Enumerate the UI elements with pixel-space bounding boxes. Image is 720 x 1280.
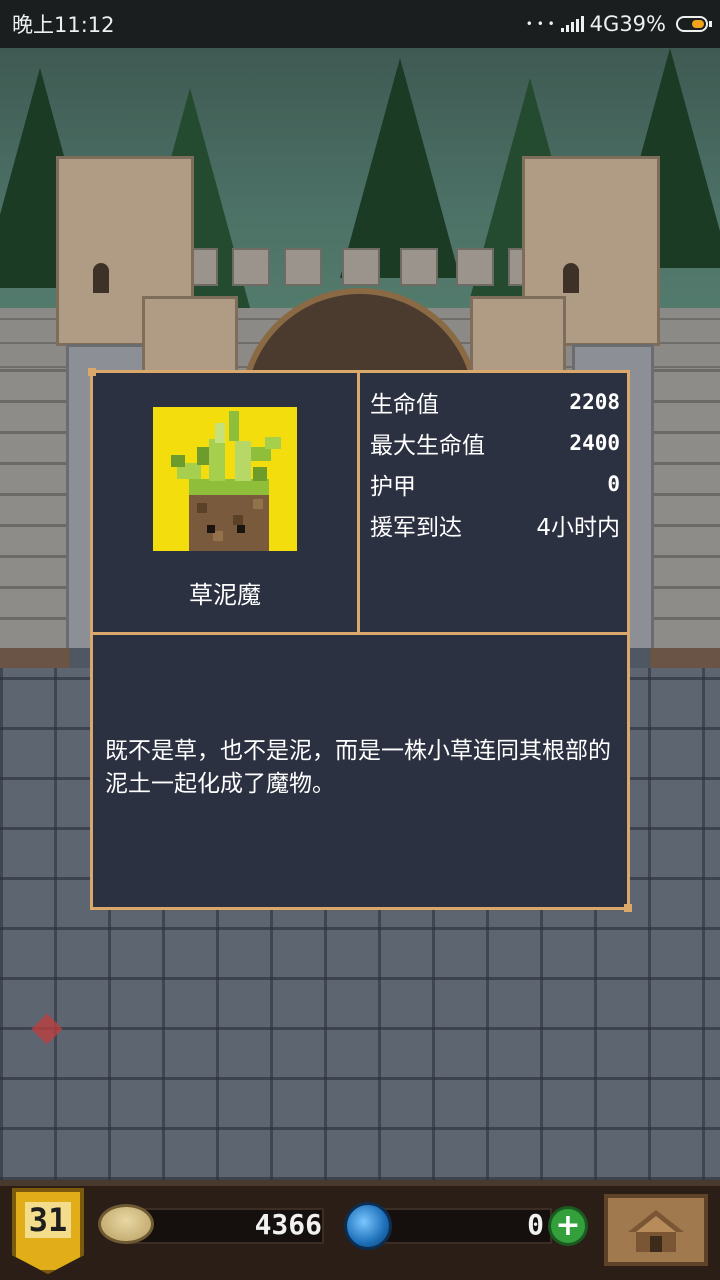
monster-name: 草泥魔 <box>189 581 261 609</box>
stat-value: 0 <box>607 471 620 496</box>
monster-stats: 生命值 2208 最大生命值 2400 护甲 0 援军到达 4小时内 <box>370 381 620 545</box>
signal-icon <box>560 16 584 32</box>
bottom-bar: 31 4366 0 + <box>0 1180 720 1280</box>
monster-description: 既不是草，也不是泥，而是一株小草连同其根部的泥土一起化成了魔物。 <box>105 738 611 797</box>
stat-row-max-hp: 最大生命值 2400 <box>370 422 620 463</box>
panel-divider-horizontal <box>93 632 627 635</box>
monster-portrait <box>153 407 297 551</box>
gold-amount: 4366 <box>254 1208 322 1241</box>
add-gems-button[interactable]: + <box>548 1206 588 1246</box>
turret-left <box>142 296 238 376</box>
stat-value: 2208 <box>569 389 620 414</box>
wall-merlon <box>400 248 438 286</box>
coin-icon <box>98 1204 154 1244</box>
tower-window <box>93 263 109 293</box>
stat-value: 2400 <box>569 430 620 455</box>
status-time: 晚上11:12 <box>12 13 115 37</box>
stat-label: 护甲 <box>370 473 416 500</box>
level-badge[interactable]: 31 <box>12 1188 84 1274</box>
battery-icon <box>676 16 712 32</box>
blue-gem-icon <box>344 1202 392 1250</box>
status-bar: 晚上11:12 • • • 4G 39% <box>0 0 720 48</box>
stat-value: 4小时内 <box>536 514 620 541</box>
monster-info-panel: 草泥魔 生命值 2208 最大生命值 2400 护甲 0 援军到达 4小时内 既… <box>88 368 632 912</box>
level-value: 31 <box>24 1202 72 1238</box>
status-dots: • • • <box>525 17 555 31</box>
battery-percent: 39% <box>619 12 666 36</box>
wall-merlon <box>232 248 270 286</box>
stat-label: 生命值 <box>370 391 439 418</box>
stat-row-hp: 生命值 2208 <box>370 381 620 422</box>
stat-label: 援军到达 <box>370 514 462 541</box>
side-wall-left <box>0 368 70 648</box>
stat-label: 最大生命值 <box>370 432 485 459</box>
side-wall-right <box>648 368 720 648</box>
tree <box>340 58 460 278</box>
stat-row-reinforcement: 援军到达 4小时内 <box>370 504 620 545</box>
tower-window <box>563 263 579 293</box>
home-button[interactable] <box>604 1194 708 1266</box>
grass-mud-monster-icon <box>171 411 281 551</box>
wall-merlon <box>342 248 380 286</box>
status-indicators: • • • 4G 39% <box>525 12 712 36</box>
stat-row-armor: 护甲 0 <box>370 463 620 504</box>
network-type: 4G <box>589 12 620 36</box>
turret-right <box>470 296 566 376</box>
gem-amount: 0 <box>527 1208 544 1241</box>
wall-merlon <box>456 248 494 286</box>
home-icon <box>628 1210 684 1252</box>
wall-merlon <box>284 248 322 286</box>
panel-divider-vertical <box>357 373 360 635</box>
